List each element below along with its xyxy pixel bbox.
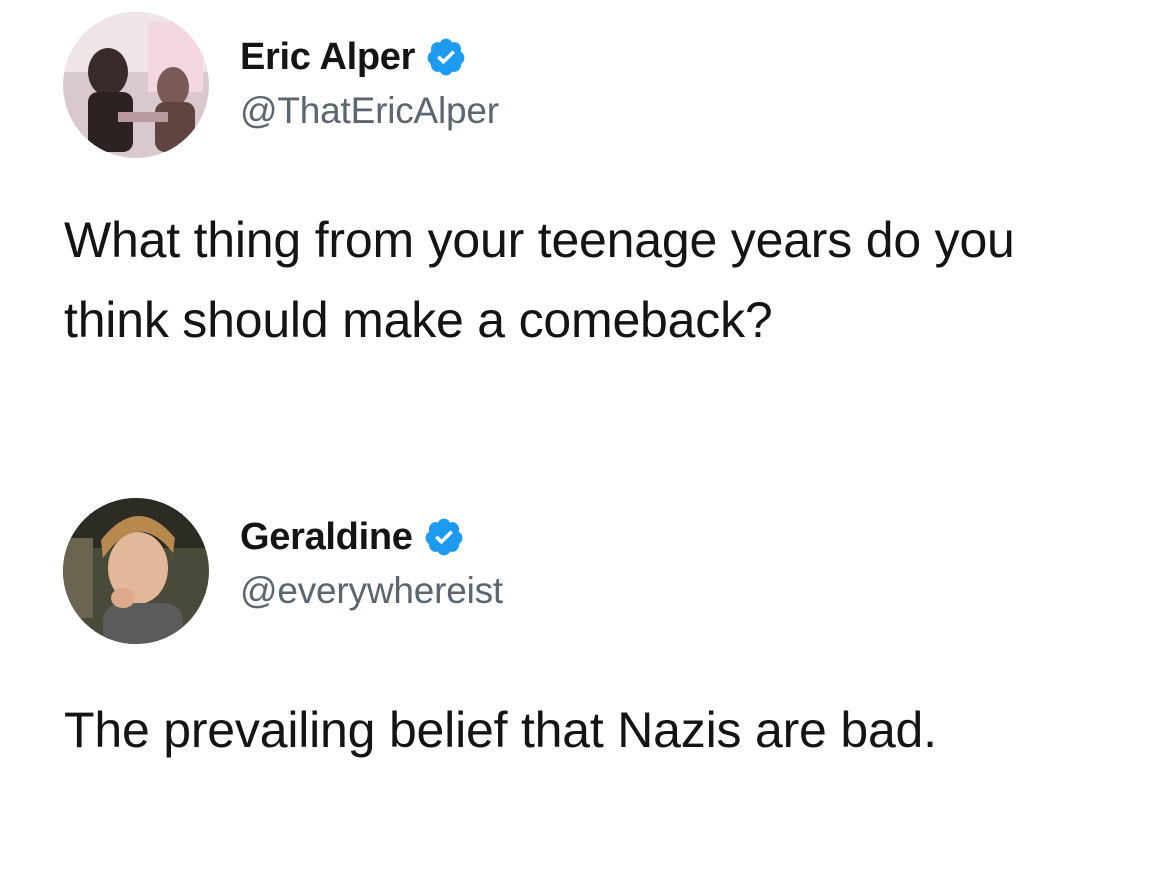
user-handle[interactable]: @ThatEricAlper <box>240 90 499 132</box>
user-handle[interactable]: @everywhereist <box>240 570 503 612</box>
user-info: Eric Alper @ThatEricAlper <box>240 32 499 132</box>
avatar-image <box>63 12 209 158</box>
verified-badge-icon <box>423 516 465 558</box>
tweet-reply: Geraldine @everywhereist The prevailing … <box>0 490 1170 874</box>
tweet-body-text: The prevailing belief that Nazis are bad… <box>64 702 937 758</box>
avatar-image <box>63 498 209 644</box>
tweet-body-text: What thing from your teenage years do yo… <box>64 212 1015 348</box>
tweet-original: Eric Alper @ThatEricAlper What thing fro… <box>0 0 1170 470</box>
user-info: Geraldine @everywhereist <box>240 512 503 612</box>
verified-badge-icon <box>425 36 467 78</box>
display-name[interactable]: Geraldine <box>240 516 413 559</box>
avatar[interactable] <box>63 498 209 644</box>
display-name[interactable]: Eric Alper <box>240 36 415 79</box>
avatar[interactable] <box>63 12 209 158</box>
